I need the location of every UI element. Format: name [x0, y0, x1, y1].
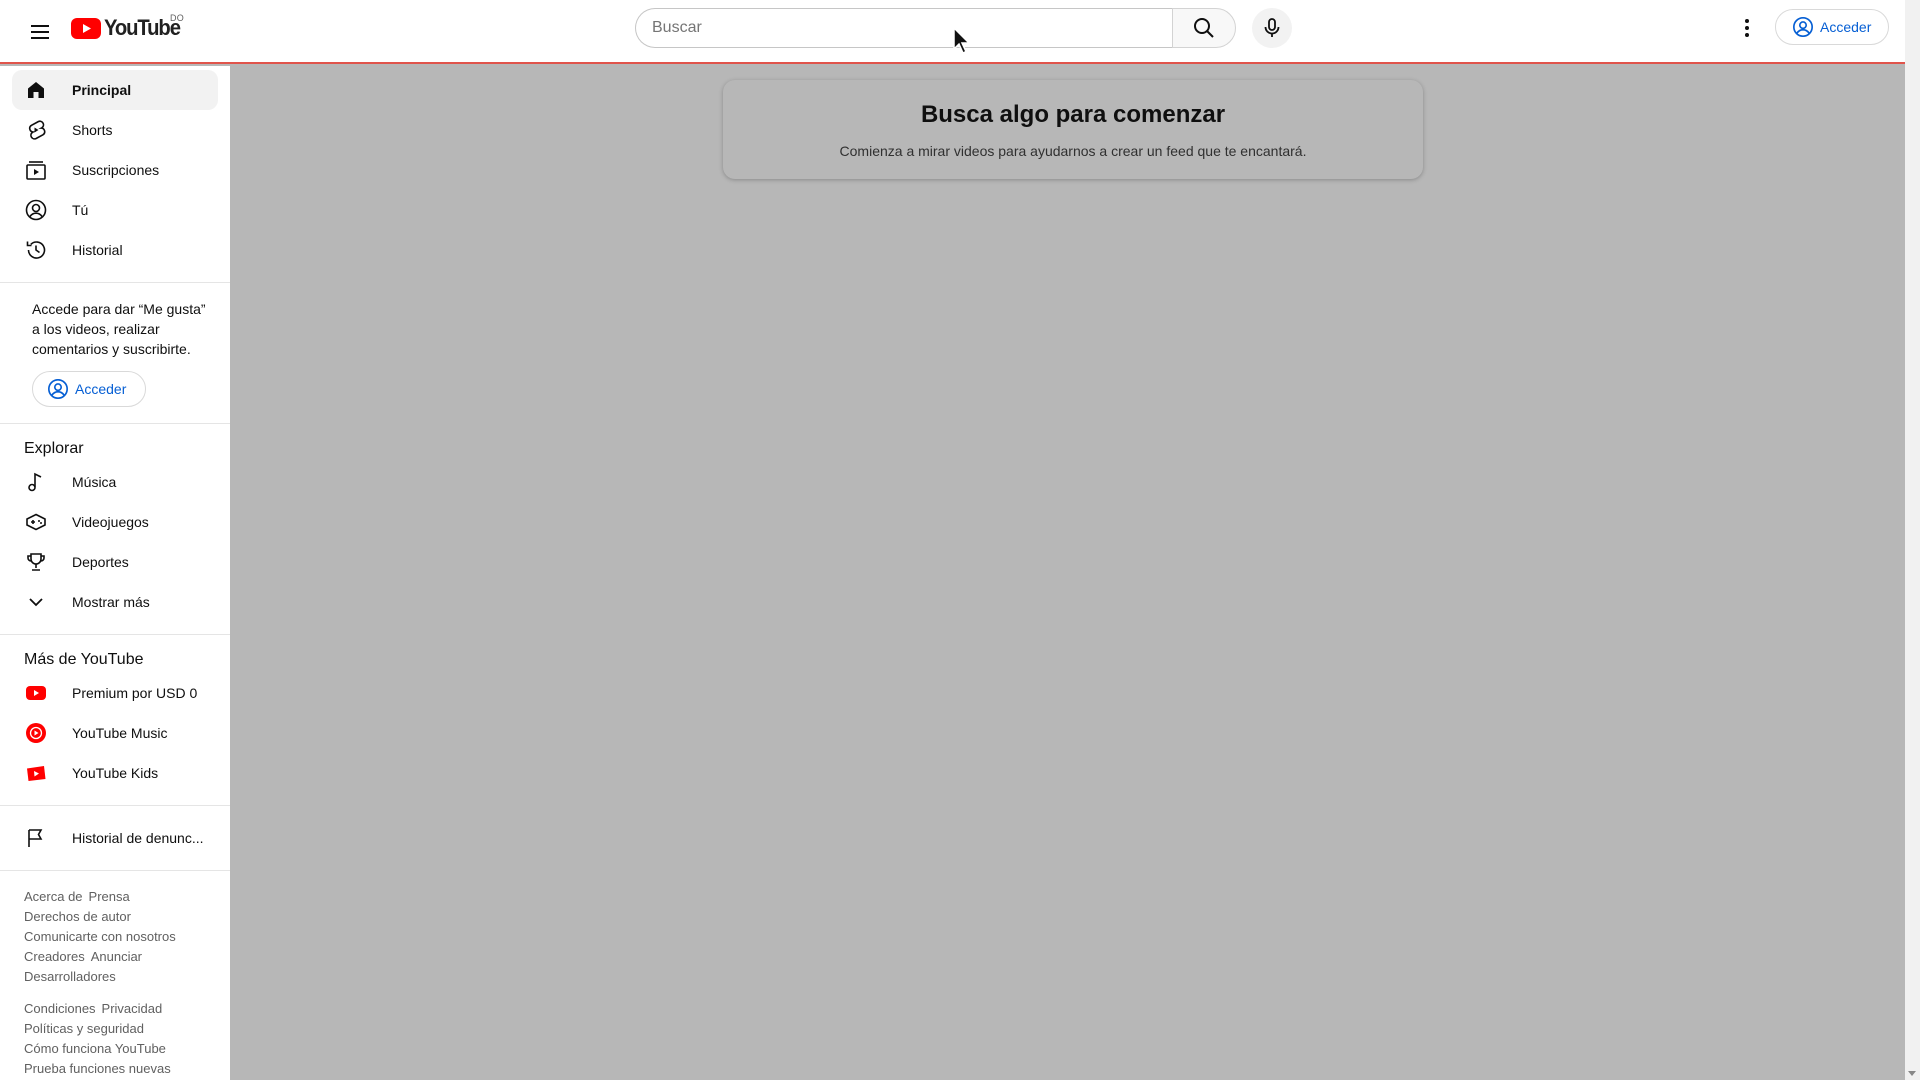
- sign-in-label: Acceder: [75, 381, 127, 397]
- sidebar-item-label: Tú: [72, 202, 89, 218]
- sidebar-primary-section: Principal Shorts Suscripciones Tú Histor…: [0, 66, 230, 283]
- footer-link[interactable]: Comunicarte con nosotros: [24, 927, 176, 947]
- sidebar-item-label: Mostrar más: [72, 594, 150, 610]
- sidebar-item-label: YouTube Music: [72, 725, 168, 741]
- account-icon: [24, 198, 48, 222]
- sidebar-item-historial[interactable]: Historial: [12, 230, 218, 270]
- sidebar-item-deportes[interactable]: Deportes: [12, 542, 218, 582]
- sidebar-item-premium[interactable]: Premium por USD 0: [12, 673, 218, 713]
- sidebar-item-label: Historial de denunc...: [72, 830, 204, 846]
- subscriptions-icon: [24, 158, 48, 182]
- search-button[interactable]: [1172, 8, 1236, 48]
- footer-link[interactable]: Desarrolladores: [24, 967, 116, 987]
- sidebar-item-youtube-music[interactable]: YouTube Music: [12, 713, 218, 753]
- menu-button[interactable]: [20, 12, 60, 52]
- footer-link[interactable]: Prueba funciones nuevas: [24, 1059, 171, 1079]
- footer-link[interactable]: Acerca de: [24, 887, 83, 907]
- sidebar-item-videojuegos[interactable]: Videojuegos: [12, 502, 218, 542]
- microphone-icon: [1264, 18, 1280, 37]
- empty-feed-message: Busca algo para comenzar Comienza a mira…: [723, 80, 1423, 179]
- sidebar-item-youtube-kids[interactable]: YouTube Kids: [12, 753, 218, 793]
- shorts-icon: [24, 118, 48, 142]
- sidebar-item-label: Premium por USD 0: [72, 685, 198, 701]
- youtube-play-icon: [71, 17, 101, 39]
- sidebar-item-tu[interactable]: Tú: [12, 190, 218, 230]
- footer-link[interactable]: Anunciar: [91, 947, 142, 967]
- music-icon: [24, 470, 48, 494]
- footer-link[interactable]: Privacidad: [102, 999, 163, 1019]
- sign-in-label: Acceder: [1820, 19, 1872, 35]
- flag-icon: [24, 826, 48, 850]
- sidebar-item-label: YouTube Kids: [72, 765, 159, 781]
- youtube-kids-icon: [24, 761, 48, 785]
- footer-links-secondary: Condiciones Privacidad Políticas y seguri…: [24, 999, 206, 1079]
- logo-wordmark: YouTube: [104, 15, 181, 40]
- footer-link[interactable]: Condiciones: [24, 999, 96, 1019]
- gaming-icon: [24, 510, 48, 534]
- sidebar-item-label: Música: [72, 474, 117, 490]
- sidebar-item-shorts[interactable]: Shorts: [12, 110, 218, 150]
- sidebar-item-label: Principal: [72, 82, 132, 98]
- sidebar-item-musica[interactable]: Música: [12, 462, 218, 502]
- footer-link[interactable]: Derechos de autor: [24, 907, 131, 927]
- signin-prompt-text: Accede para dar “Me gusta” a los videos,…: [32, 301, 206, 357]
- explore-heading: Explorar: [24, 440, 84, 457]
- sidebar-item-report-history[interactable]: Historial de denunc...: [12, 818, 218, 858]
- youtube-premium-icon: [24, 681, 48, 705]
- footer-link[interactable]: Políticas y seguridad: [24, 1019, 144, 1039]
- settings-menu-button[interactable]: [1727, 8, 1767, 48]
- sidebar-item-mostrar-mas[interactable]: Mostrar más: [12, 582, 218, 622]
- footer-link[interactable]: Prensa: [89, 887, 130, 907]
- sidebar-item-principal[interactable]: Principal: [12, 70, 218, 110]
- page-scrollbar[interactable]: [1905, 0, 1920, 1080]
- sidebar-item-label: Suscripciones: [72, 162, 160, 178]
- sidebar-more-section: Más de YouTube Premium por USD 0 YouTube…: [0, 635, 230, 806]
- footer-link[interactable]: Creadores: [24, 947, 85, 967]
- history-icon: [24, 238, 48, 262]
- search-box[interactable]: [635, 8, 1172, 48]
- footer-links-primary: Acerca de Prensa Derechos de autor Comuni…: [24, 887, 206, 987]
- sidebar-item-label: Videojuegos: [72, 514, 149, 530]
- sidebar: Principal Shorts Suscripciones Tú Histor…: [0, 66, 230, 1080]
- sidebar-explore-section: Explorar Música Videojuegos Deportes Mos…: [0, 424, 230, 635]
- sidebar-item-label: Historial: [72, 242, 123, 258]
- search-icon: [1194, 18, 1214, 38]
- sidebar-report-section: Historial de denunc...: [0, 806, 230, 871]
- trophy-icon: [24, 550, 48, 574]
- youtube-music-icon: [24, 721, 48, 745]
- account-circle-icon: [48, 379, 68, 399]
- scroll-down-arrow-icon[interactable]: [1908, 1071, 1916, 1076]
- sidebar-signin-prompt: Accede para dar “Me gusta” a los videos,…: [0, 283, 230, 424]
- country-code: DO: [170, 13, 185, 23]
- account-circle-icon: [1793, 17, 1813, 37]
- hamburger-icon: [31, 25, 49, 39]
- youtube-logo[interactable]: YouTube DO: [71, 13, 186, 40]
- more-vert-icon: [1745, 19, 1749, 37]
- empty-feed-subtitle: Comienza a mirar videos para ayudarnos a…: [839, 142, 1307, 159]
- footer-link[interactable]: Cómo funciona YouTube: [24, 1039, 166, 1059]
- sidebar-item-label: Deportes: [72, 554, 129, 570]
- empty-feed-title: Busca algo para comenzar: [920, 100, 1226, 128]
- sidebar-sign-in-button[interactable]: Acceder: [32, 371, 146, 407]
- sidebar-item-suscripciones[interactable]: Suscripciones: [12, 150, 218, 190]
- sidebar-footer: Acerca de Prensa Derechos de autor Comuni…: [0, 871, 230, 1079]
- voice-search-button[interactable]: [1252, 8, 1292, 48]
- sign-in-button[interactable]: Acceder: [1775, 9, 1889, 45]
- home-icon: [24, 78, 48, 102]
- sidebar-item-label: Shorts: [72, 122, 113, 138]
- more-from-youtube-heading: Más de YouTube: [24, 651, 144, 668]
- search-input[interactable]: [652, 19, 1172, 37]
- mouse-cursor-icon: [953, 27, 971, 55]
- chevron-down-icon: [24, 590, 48, 614]
